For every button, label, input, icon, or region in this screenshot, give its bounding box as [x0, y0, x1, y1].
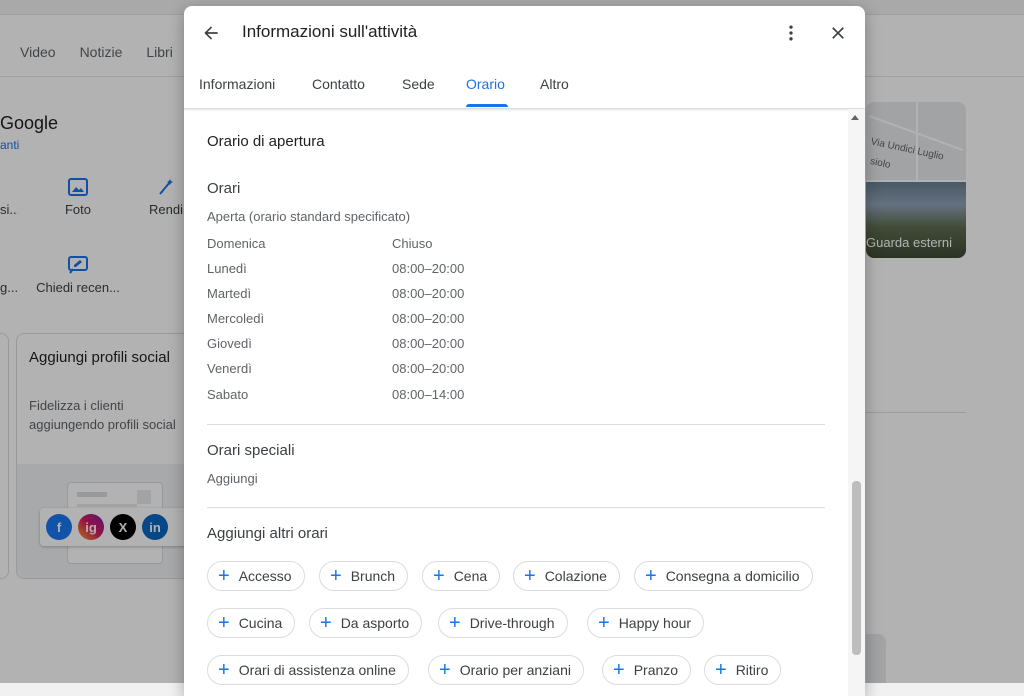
hours-row: Domenica Chiuso: [207, 236, 507, 256]
chip-label: Cucina: [238, 615, 283, 631]
chip-ritiro[interactable]: + Ritiro: [704, 655, 782, 685]
chip-orari-assistenza-online[interactable]: + Orari di assistenza online: [207, 655, 409, 685]
time-value: 08:00–20:00: [392, 286, 465, 301]
hours-row: Giovedì 08:00–20:00: [207, 336, 507, 356]
hours-row: Sabato 08:00–14:00: [207, 387, 507, 407]
special-hours-title: Orari speciali: [207, 442, 295, 459]
chip-cucina[interactable]: + Cucina: [207, 608, 296, 638]
hours-row: Venerdì 08:00–20:00: [207, 361, 507, 381]
hours-status: Aperta (orario standard specificato): [207, 209, 411, 224]
chip-happy-hour[interactable]: + Happy hour: [587, 608, 705, 638]
plus-icon: +: [439, 659, 451, 681]
plus-icon: +: [645, 565, 657, 587]
chip-label: Pranzo: [633, 662, 679, 678]
dialog-tabs: Informazioni Contatto Sede Orario Altro: [184, 60, 865, 109]
chip-accesso[interactable]: + Accesso: [207, 561, 305, 591]
section-divider: [207, 507, 825, 508]
plus-icon: +: [613, 659, 625, 681]
plus-icon: +: [218, 659, 230, 681]
more-hours-title: Aggiungi altri orari: [207, 525, 328, 542]
dialog-title: Informazioni sull'attività: [242, 22, 418, 41]
chip-consegna-a-domicilio[interactable]: + Consegna a domicilio: [634, 561, 813, 591]
chip-label: Accesso: [238, 568, 292, 584]
time-value: 08:00–14:00: [392, 387, 465, 402]
close-button[interactable]: [825, 20, 851, 46]
close-icon: [832, 27, 844, 39]
tab-altro[interactable]: Altro: [540, 76, 569, 92]
time-value: 08:00–20:00: [392, 311, 465, 326]
chip-label: Cena: [453, 568, 488, 584]
hours-title[interactable]: Orari: [207, 180, 240, 197]
plus-icon: +: [433, 565, 445, 587]
chip-label: Orari di assistenza online: [238, 662, 396, 678]
day-label: Martedì: [207, 286, 252, 301]
time-value: 08:00–20:00: [392, 336, 465, 351]
day-label: Domenica: [207, 236, 266, 251]
back-button[interactable]: [198, 20, 224, 46]
chip-brunch[interactable]: + Brunch: [319, 561, 409, 591]
plus-icon: +: [218, 565, 230, 587]
more-vert-icon: [789, 25, 793, 41]
hours-row: Lunedì 08:00–20:00: [207, 261, 507, 281]
hours-row: Mercoledì 08:00–20:00: [207, 311, 507, 331]
plus-icon: +: [320, 612, 332, 634]
chip-label: Brunch: [350, 568, 396, 584]
tab-orario[interactable]: Orario: [466, 76, 505, 92]
hours-row: Martedì 08:00–20:00: [207, 286, 507, 306]
arrow-back-icon: [204, 26, 218, 40]
tab-contatto[interactable]: Contatto: [312, 76, 365, 92]
dialog-header: Informazioni sull'attività: [184, 6, 865, 58]
chip-label: Ritiro: [735, 662, 769, 678]
time-value: 08:00–20:00: [392, 361, 465, 376]
active-tab-indicator: [466, 104, 508, 107]
scroll-up-arrow-icon[interactable]: [851, 115, 859, 120]
tab-informazioni[interactable]: Informazioni: [199, 76, 275, 92]
time-value: Chiuso: [392, 236, 433, 251]
chip-pranzo[interactable]: + Pranzo: [602, 655, 692, 685]
chip-label: Drive-through: [469, 615, 555, 631]
plus-icon: +: [218, 612, 230, 634]
chip-label: Happy hour: [618, 615, 692, 631]
day-label: Lunedì: [207, 261, 247, 276]
tab-sede[interactable]: Sede: [402, 76, 435, 92]
chip-drive-through[interactable]: + Drive-through: [438, 608, 568, 638]
plus-icon: +: [715, 659, 727, 681]
special-hours-add-link[interactable]: Aggiungi: [207, 471, 258, 486]
plus-icon: +: [598, 612, 610, 634]
time-value: 08:00–20:00: [392, 261, 465, 276]
more-options-button[interactable]: [778, 20, 804, 46]
plus-icon: +: [330, 565, 342, 587]
day-label: Giovedì: [207, 336, 252, 351]
dialog-content: Orario di apertura Orari Aperta (orario …: [184, 109, 865, 696]
chip-orario-per-anziani[interactable]: + Orario per anziani: [428, 655, 584, 685]
chip-colazione[interactable]: + Colazione: [513, 561, 620, 591]
opening-hours-heading: Orario di apertura: [207, 133, 325, 150]
chip-label: Consegna a domicilio: [665, 568, 800, 584]
day-label: Sabato: [207, 387, 249, 402]
chip-da-asporto[interactable]: + Da asporto: [309, 608, 423, 638]
plus-icon: +: [449, 612, 461, 634]
chip-cena[interactable]: + Cena: [422, 561, 501, 591]
business-info-dialog: Informazioni sull'attività Informazioni …: [184, 6, 865, 696]
chip-label: Colazione: [544, 568, 607, 584]
section-divider: [207, 424, 825, 425]
chip-label: Da asporto: [340, 615, 410, 631]
plus-icon: +: [524, 565, 536, 587]
day-label: Venerdì: [207, 361, 252, 376]
chip-label: Orario per anziani: [459, 662, 571, 678]
scrollbar[interactable]: [848, 109, 865, 696]
day-label: Mercoledì: [207, 311, 265, 326]
scrollbar-thumb[interactable]: [852, 481, 861, 655]
